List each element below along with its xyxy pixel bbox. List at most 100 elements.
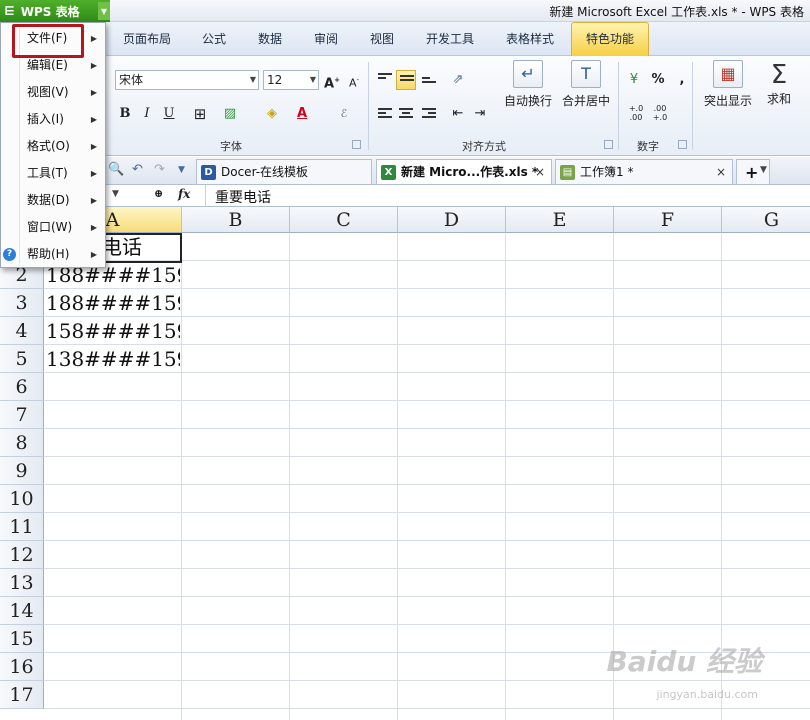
- grow-font-button[interactable]: A+: [322, 70, 342, 92]
- row-header-9[interactable]: 9: [0, 457, 44, 485]
- tab-view[interactable]: 视图: [360, 22, 404, 56]
- wps-app-menu-button[interactable]: ⋿ WPS 表格 ▼: [0, 0, 110, 22]
- formula-input[interactable]: 重要电话: [215, 187, 271, 207]
- menu-item-data[interactable]: 数据(D) ▶: [1, 187, 105, 214]
- tab-docer-templates[interactable]: D Docer-在线模板: [196, 159, 372, 184]
- italic-button[interactable]: I: [137, 104, 157, 124]
- tab-formulas[interactable]: 公式: [192, 22, 236, 56]
- column-header-e[interactable]: E: [506, 207, 614, 233]
- chevron-down-icon[interactable]: ▼: [760, 165, 767, 175]
- undo-icon[interactable]: ↶: [132, 162, 143, 177]
- menu-item-label: 格式(O): [27, 139, 70, 153]
- row-header-10[interactable]: 10: [0, 485, 44, 513]
- tab-current-workbook[interactable]: X 新建 Micro...作表.xls * ×: [376, 159, 552, 184]
- row-header-17[interactable]: 17: [0, 681, 44, 709]
- tab-special-features[interactable]: 特色功能: [571, 22, 649, 56]
- font-color-icon[interactable]: A: [292, 104, 312, 124]
- borders-icon[interactable]: ⊞: [190, 104, 210, 124]
- redo-icon[interactable]: ↷: [154, 162, 165, 177]
- bold-button[interactable]: B: [115, 104, 135, 124]
- close-icon[interactable]: ×: [535, 160, 545, 185]
- shrink-font-button[interactable]: A-: [344, 70, 364, 90]
- row-header-16[interactable]: 16: [0, 653, 44, 681]
- align-top-icon[interactable]: [375, 70, 395, 90]
- font-name-value: 宋体: [119, 73, 144, 87]
- align-dialog-launcher-icon[interactable]: [604, 140, 613, 149]
- row-header-4[interactable]: 4: [0, 317, 44, 345]
- cell-a4[interactable]: 158####1594: [46, 317, 180, 345]
- increase-indent-icon[interactable]: ⇥: [470, 104, 490, 124]
- title-bar: ⋿ WPS 表格 ▼ 新建 Microsoft Excel 工作表.xls * …: [0, 0, 810, 22]
- column-header-f[interactable]: F: [614, 207, 722, 233]
- clear-format-icon[interactable]: ℰ: [334, 104, 354, 124]
- tab-developer[interactable]: 开发工具: [420, 22, 480, 56]
- menu-item-help[interactable]: ? 帮助(H) ▶: [1, 241, 105, 268]
- align-bottom-icon[interactable]: [419, 70, 439, 90]
- grid-line: [44, 568, 810, 569]
- chevron-down-icon[interactable]: ▼: [112, 189, 119, 199]
- align-left-icon[interactable]: [375, 104, 395, 124]
- chevron-down-icon[interactable]: ▼: [178, 165, 185, 175]
- font-size-select[interactable]: 12 ▼: [263, 70, 319, 90]
- grow-font-icon: A: [324, 76, 335, 92]
- cell-fill-icon[interactable]: ▨: [220, 104, 240, 124]
- decrease-indent-icon[interactable]: ⇤: [448, 104, 468, 124]
- tab-data[interactable]: 数据: [248, 22, 292, 56]
- merge-center-button[interactable]: T 合并居中: [560, 60, 612, 109]
- column-header-d[interactable]: D: [398, 207, 506, 233]
- cell-a5[interactable]: 138####1595: [46, 345, 180, 373]
- comma-button[interactable]: ,: [672, 70, 692, 90]
- increase-decimal-icon[interactable]: +.0.00: [626, 104, 646, 124]
- tab-label: 工作簿1 *: [580, 165, 634, 179]
- currency-icon[interactable]: ¥: [624, 70, 644, 90]
- column-header-b[interactable]: B: [182, 207, 290, 233]
- row-header-15[interactable]: 15: [0, 625, 44, 653]
- menu-item-window[interactable]: 窗口(W) ▶: [1, 214, 105, 241]
- tab-table-style[interactable]: 表格样式: [500, 22, 560, 56]
- menu-item-view[interactable]: 视图(V) ▶: [1, 79, 105, 106]
- separator: [205, 185, 206, 207]
- row-header-3[interactable]: 3: [0, 289, 44, 317]
- close-icon[interactable]: ×: [716, 160, 726, 185]
- tab-review[interactable]: 审阅: [304, 22, 348, 56]
- menu-item-tools[interactable]: 工具(T) ▶: [1, 160, 105, 187]
- text-direction-icon[interactable]: ⇗: [448, 70, 468, 90]
- row-header-12[interactable]: 12: [0, 541, 44, 569]
- row-header-11[interactable]: 11: [0, 513, 44, 541]
- underline-button[interactable]: U: [159, 104, 179, 124]
- highlight-button[interactable]: ▦ 突出显示: [700, 60, 756, 109]
- row-header-7[interactable]: 7: [0, 401, 44, 429]
- zoom-function-icon[interactable]: ⊕: [154, 187, 163, 200]
- insert-function-icon[interactable]: fx: [178, 187, 190, 201]
- menu-item-format[interactable]: 格式(O) ▶: [1, 133, 105, 160]
- document-tab-strip: 🔍 ↶ ↷ ▼ D Docer-在线模板 X 新建 Micro...作表.xls…: [0, 157, 810, 185]
- highlight-icon: ▦: [713, 60, 743, 88]
- wrap-text-button[interactable]: ↵ 自动换行: [502, 60, 554, 109]
- row-header-8[interactable]: 8: [0, 429, 44, 457]
- percent-button[interactable]: %: [648, 70, 668, 90]
- row-header-14[interactable]: 14: [0, 597, 44, 625]
- row-header-5[interactable]: 5: [0, 345, 44, 373]
- column-header-c[interactable]: C: [290, 207, 398, 233]
- sum-button[interactable]: Σ 求和: [760, 60, 798, 107]
- number-dialog-launcher-icon[interactable]: [678, 140, 687, 149]
- fill-color-icon[interactable]: ◈: [262, 104, 282, 124]
- cell-a3[interactable]: 188####1593: [46, 289, 180, 317]
- separator: [368, 62, 369, 150]
- row-header-6[interactable]: 6: [0, 373, 44, 401]
- font-dialog-launcher-icon[interactable]: [352, 140, 361, 149]
- menu-item-insert[interactable]: 插入(I) ▶: [1, 106, 105, 133]
- decrease-decimal-icon[interactable]: .00 +.0: [650, 104, 670, 124]
- row-header-13[interactable]: 13: [0, 569, 44, 597]
- menu-item-label: 数据(D): [27, 193, 70, 207]
- print-preview-icon[interactable]: 🔍: [108, 162, 124, 177]
- font-name-select[interactable]: 宋体 ▼: [115, 70, 259, 90]
- tab-page-layout[interactable]: 页面布局: [118, 22, 176, 56]
- column-header-g[interactable]: G: [722, 207, 810, 233]
- chevron-down-icon[interactable]: ▼: [98, 2, 110, 20]
- align-right-icon[interactable]: [419, 104, 439, 124]
- align-middle-icon[interactable]: [396, 70, 416, 90]
- grid-line: [397, 233, 398, 720]
- align-center-icon[interactable]: [396, 104, 416, 124]
- tab-workbook1[interactable]: ▤ 工作簿1 * ×: [555, 159, 733, 184]
